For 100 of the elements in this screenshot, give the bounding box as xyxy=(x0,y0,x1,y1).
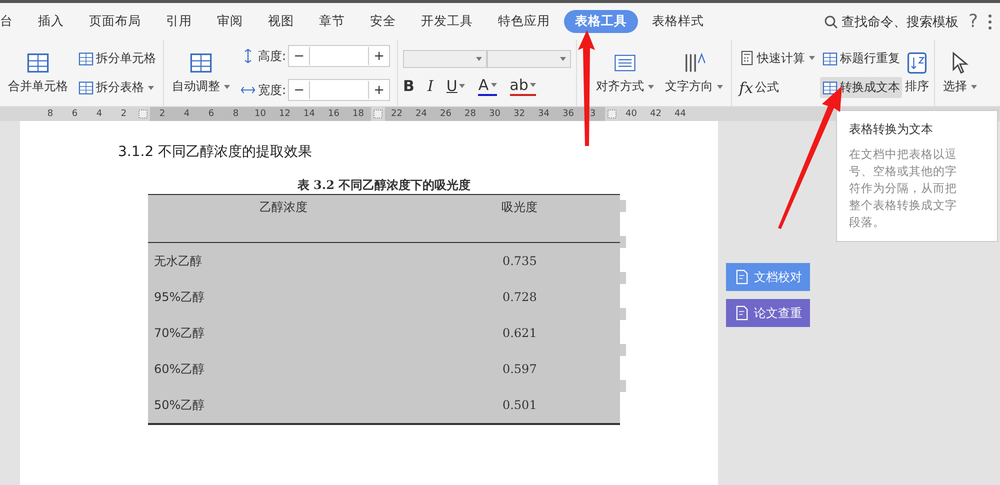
ribbon-tab[interactable]: 特色应用 xyxy=(487,10,561,33)
grid-icon[interactable] xyxy=(372,109,382,119)
more-icon[interactable] xyxy=(988,14,992,30)
document-icon xyxy=(734,305,750,321)
ruler-number: 8 xyxy=(46,109,54,119)
italic-button[interactable]: I xyxy=(427,77,434,95)
ruler-number: 24 xyxy=(414,109,428,119)
ruler-number: 8 xyxy=(232,109,240,119)
ruler-number: 30 xyxy=(488,109,502,119)
ribbon-tab[interactable]: 视图 xyxy=(257,10,305,33)
ruler-number: 10 xyxy=(254,109,267,119)
ribbon-tab[interactable]: 安全 xyxy=(359,10,407,33)
quick-calc-button[interactable]: 快速计算 xyxy=(737,48,818,68)
ruler-number: 32 xyxy=(512,109,526,119)
caret-icon xyxy=(148,86,154,90)
ruler-number: 6 xyxy=(70,109,79,119)
side-button[interactable]: 论文查重 xyxy=(726,299,810,327)
split-cells-button[interactable]: 拆分单元格 xyxy=(76,48,158,69)
ruler-number: 3 xyxy=(588,109,597,119)
ruler-number: 44 xyxy=(674,109,687,119)
column-header: 乙醇浓度 xyxy=(260,200,308,214)
height-field[interactable]: − + xyxy=(288,45,390,67)
caret-icon xyxy=(648,84,654,88)
help-button[interactable]: ? xyxy=(968,11,978,32)
tooltip-text: 在文档中把表格以逗号、空格或其他的字符作为分隔，从而把整个表格转换成文字段落。 xyxy=(849,146,958,231)
font-size-dropdown[interactable] xyxy=(487,50,572,68)
table-cell: 0.501 xyxy=(502,398,537,412)
ribbon-tab[interactable]: 页面布局 xyxy=(78,10,152,33)
highlight-button[interactable]: ab xyxy=(510,76,536,96)
ruler-number: 22 xyxy=(390,109,404,119)
table-caption: 表 3.2 不同乙醇浓度下的吸光度 xyxy=(296,177,472,194)
table-cell: 无水乙醇 xyxy=(154,254,202,268)
ruler-number: 34 xyxy=(537,109,550,119)
ribbon-tab[interactable]: 插入 xyxy=(27,10,75,33)
calculator-icon xyxy=(739,50,756,66)
font-dropdown[interactable] xyxy=(403,50,488,68)
sort-button[interactable]: 排序 xyxy=(905,49,930,97)
table-icon xyxy=(822,50,838,66)
search-command[interactable]: 查找命令、搜索模板 xyxy=(824,12,958,30)
select-button[interactable]: 选择 xyxy=(940,49,980,97)
ribbon-tab[interactable]: 表格样式 xyxy=(641,10,715,33)
formula-button[interactable]: fx公式 xyxy=(737,76,818,98)
repeat-header-button[interactable]: 标题行重复 xyxy=(820,48,902,69)
ribbon-tab[interactable]: 章节 xyxy=(308,10,356,33)
font-color-button[interactable]: A xyxy=(478,76,497,96)
bold-button[interactable]: B xyxy=(403,77,414,95)
column-header: 吸光度 xyxy=(502,200,538,214)
text-direction-button[interactable]: 文字方向 xyxy=(662,49,726,97)
caret-icon xyxy=(459,84,466,88)
grid-icon[interactable] xyxy=(607,109,617,119)
table-cell: 0.621 xyxy=(502,326,537,340)
ruler-number: 4 xyxy=(95,109,104,119)
caret-icon xyxy=(490,83,497,87)
table-cell: 70%乙醇 xyxy=(154,326,205,340)
row-handle[interactable] xyxy=(620,236,626,248)
caret-icon xyxy=(530,83,536,87)
convert-to-text-button[interactable]: 转换成文本 xyxy=(820,77,902,98)
table-cell: 0.597 xyxy=(502,362,537,376)
ribbon-tab[interactable]: 开发工具 xyxy=(410,10,484,33)
table-icon xyxy=(189,51,213,75)
ruler-number: 6 xyxy=(207,109,216,119)
ruler-number: 18 xyxy=(352,109,365,119)
table-cell: 60%乙醇 xyxy=(154,362,205,376)
width-label: 宽度: xyxy=(258,82,286,98)
caret-icon xyxy=(560,57,566,61)
grid-icon[interactable] xyxy=(138,109,148,119)
table-icon xyxy=(822,80,838,96)
search-icon xyxy=(824,14,838,28)
height-label: 高度: xyxy=(258,48,286,64)
ruler-number: 40 xyxy=(624,109,638,119)
table-cell: 0.728 xyxy=(502,290,537,304)
ruler-number: 36 xyxy=(562,109,575,119)
caret-icon xyxy=(476,57,482,61)
row-handle[interactable] xyxy=(620,272,626,284)
row-handle[interactable] xyxy=(620,308,626,320)
row-handle[interactable] xyxy=(620,380,626,392)
ribbon-tab[interactable]: 台 xyxy=(0,10,24,33)
table-icon xyxy=(26,51,50,75)
ribbon-tab[interactable]: 审阅 xyxy=(206,10,254,33)
caret-icon xyxy=(971,84,978,88)
document-icon xyxy=(734,269,750,285)
auto-fit-button[interactable]: 自动调整 xyxy=(169,49,233,97)
split-table-button[interactable]: 拆分表格 xyxy=(76,77,158,98)
row-handle[interactable] xyxy=(620,200,626,212)
row-handle[interactable] xyxy=(620,344,626,356)
ruler-number: 28 xyxy=(464,109,477,119)
ruler-number: 12 xyxy=(278,109,292,119)
underline-button[interactable]: U xyxy=(446,77,466,95)
table-icon xyxy=(78,50,94,66)
table-cell: 0.735 xyxy=(502,254,537,268)
merge-cells-button[interactable]: 合并单元格 xyxy=(5,49,71,97)
sort-icon xyxy=(905,51,930,75)
table-icon xyxy=(78,80,94,96)
ribbon-tab[interactable]: 引用 xyxy=(155,10,203,33)
ruler-number: 26 xyxy=(439,109,452,119)
ruler-number: 4 xyxy=(182,109,191,119)
align-button[interactable]: 对齐方式 xyxy=(593,49,658,97)
table-cell: 50%乙醇 xyxy=(154,398,205,412)
width-field[interactable]: − + xyxy=(288,79,390,101)
section-heading: 3.1.2 不同乙醇浓度的提取效果 xyxy=(118,143,314,161)
